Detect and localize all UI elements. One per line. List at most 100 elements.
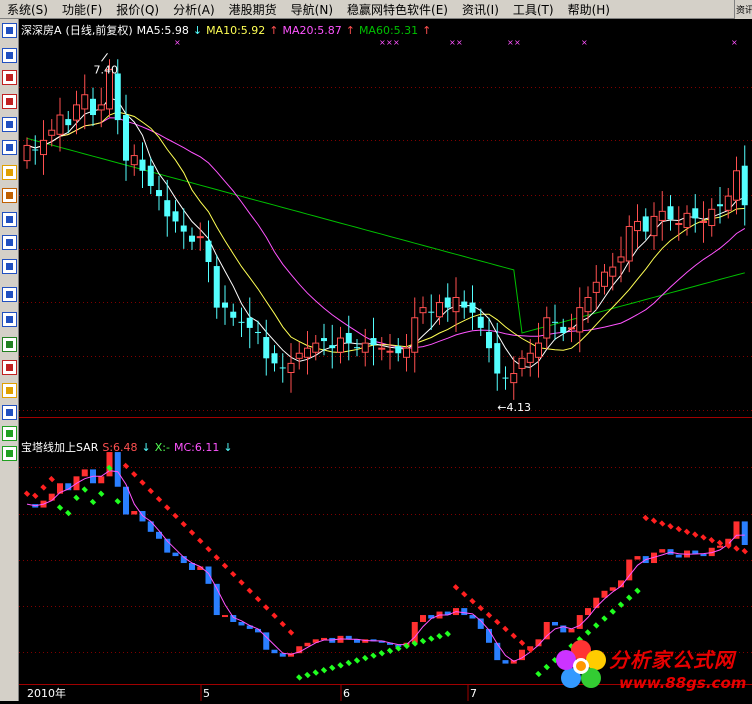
sar-dot-36 xyxy=(320,667,328,674)
elt-icon[interactable] xyxy=(2,259,17,274)
tower-87 xyxy=(741,521,748,545)
tower-13 xyxy=(131,511,138,515)
sar-dot-0 xyxy=(23,490,31,497)
candle-23 xyxy=(213,254,220,319)
candle-body xyxy=(543,317,551,339)
sar-dot-12 xyxy=(122,462,130,470)
rsi-icon-glyph xyxy=(6,316,13,323)
candle-body xyxy=(708,208,716,227)
sar-dot-35 xyxy=(312,669,319,676)
candle-body xyxy=(477,316,484,328)
candle-59 xyxy=(510,356,518,400)
candle-body xyxy=(213,266,220,308)
candle-33 xyxy=(295,342,303,370)
candle-21 xyxy=(196,222,204,251)
grid-icon[interactable] xyxy=(2,337,17,352)
tower-48 xyxy=(420,615,426,622)
candle-56 xyxy=(486,317,492,363)
sar-dot-17 xyxy=(164,504,171,511)
people-icon[interactable] xyxy=(2,188,17,203)
candle-body xyxy=(114,73,121,121)
fx-icon[interactable] xyxy=(2,212,17,227)
tower-22 xyxy=(205,566,212,584)
sar-dot-87 xyxy=(741,548,748,555)
candle-body xyxy=(271,353,278,364)
flower-logo-icon xyxy=(556,640,606,688)
sar-s-value: S:6.48 xyxy=(102,441,137,454)
sar-dot-9 xyxy=(98,490,105,497)
table-icon[interactable] xyxy=(2,117,17,132)
candle-body xyxy=(609,266,617,277)
candle-42 xyxy=(370,317,377,366)
tower-11 xyxy=(114,452,121,487)
marker-3-0: × xyxy=(507,38,514,47)
kline-icon[interactable] xyxy=(2,94,17,109)
candle-body xyxy=(246,317,253,328)
tower-24 xyxy=(222,615,228,618)
candle-46 xyxy=(403,333,410,372)
candle-47 xyxy=(411,297,419,373)
menu-item-1[interactable]: 功能(F) xyxy=(55,1,109,18)
candle-body xyxy=(584,296,592,313)
candle-body xyxy=(123,115,129,161)
pencil-icon-glyph xyxy=(6,387,13,394)
candle-87 xyxy=(741,145,748,226)
candle-body xyxy=(733,170,740,201)
report-icon-glyph xyxy=(6,144,13,151)
menu-item-9[interactable]: 帮助(H) xyxy=(561,1,617,18)
tower-73 xyxy=(626,559,633,581)
candle-body xyxy=(675,222,683,225)
sar-dot-70 xyxy=(601,615,608,622)
sar-dot-60 xyxy=(518,639,526,646)
wave-icon[interactable] xyxy=(2,287,17,302)
list-icon[interactable] xyxy=(2,48,17,63)
menu-item-6[interactable]: 稳赢网特色软件(E) xyxy=(340,1,455,18)
candle-body xyxy=(164,200,171,217)
sar-dot-79 xyxy=(675,525,682,533)
candle-body xyxy=(560,326,567,333)
candle-32 xyxy=(287,343,295,393)
move-icon[interactable] xyxy=(2,405,17,420)
candle-81 xyxy=(692,194,699,233)
pencil-icon[interactable] xyxy=(2,383,17,398)
menu-item-3[interactable]: 分析(A) xyxy=(166,1,222,18)
menu-item-2[interactable]: 报价(Q) xyxy=(109,1,166,18)
candle-4 xyxy=(56,97,64,152)
candle-48 xyxy=(419,296,427,324)
arrow-down-icon[interactable] xyxy=(2,446,17,461)
window-icon[interactable] xyxy=(2,23,17,38)
rsi-icon[interactable] xyxy=(2,312,17,327)
trend-icon[interactable] xyxy=(2,70,17,85)
menu-item-8[interactable]: 工具(T) xyxy=(506,1,561,18)
money-icon[interactable] xyxy=(2,360,17,375)
right-tool-button[interactable]: 资讯 xyxy=(734,0,752,19)
mail-icon[interactable] xyxy=(2,165,17,180)
candle-body xyxy=(642,216,649,232)
menu-item-5[interactable]: 导航(N) xyxy=(284,1,340,18)
menu-item-4[interactable]: 港股期货 xyxy=(222,1,284,18)
sub-indicator-name: 宝塔线加上SAR xyxy=(21,440,99,454)
candle-40 xyxy=(354,339,360,357)
candle-body xyxy=(130,155,138,166)
candle-45 xyxy=(395,338,402,362)
arrow-up-icon[interactable] xyxy=(2,426,17,441)
menu-item-7[interactable]: 资讯(I) xyxy=(455,1,506,18)
sar-s-arrow: ↓ xyxy=(142,441,151,454)
list-icon-glyph xyxy=(6,52,13,59)
tower-3 xyxy=(48,493,55,501)
candle-37 xyxy=(329,324,336,369)
arrow-down-icon-glyph xyxy=(6,450,13,457)
sar-dot-3 xyxy=(48,475,55,483)
candle-26 xyxy=(238,307,245,338)
menu-item-0[interactable]: 系统(S) xyxy=(0,1,55,18)
candle-body xyxy=(205,240,212,263)
candle-58 xyxy=(502,366,509,390)
report-icon[interactable] xyxy=(2,140,17,155)
candle-body xyxy=(73,104,80,121)
candle-body xyxy=(436,302,443,318)
sar-dot-75 xyxy=(642,514,649,522)
candle-body xyxy=(576,307,584,333)
zoom-icon[interactable] xyxy=(2,235,17,250)
candle-body xyxy=(625,226,633,262)
money-icon-glyph xyxy=(6,364,13,371)
